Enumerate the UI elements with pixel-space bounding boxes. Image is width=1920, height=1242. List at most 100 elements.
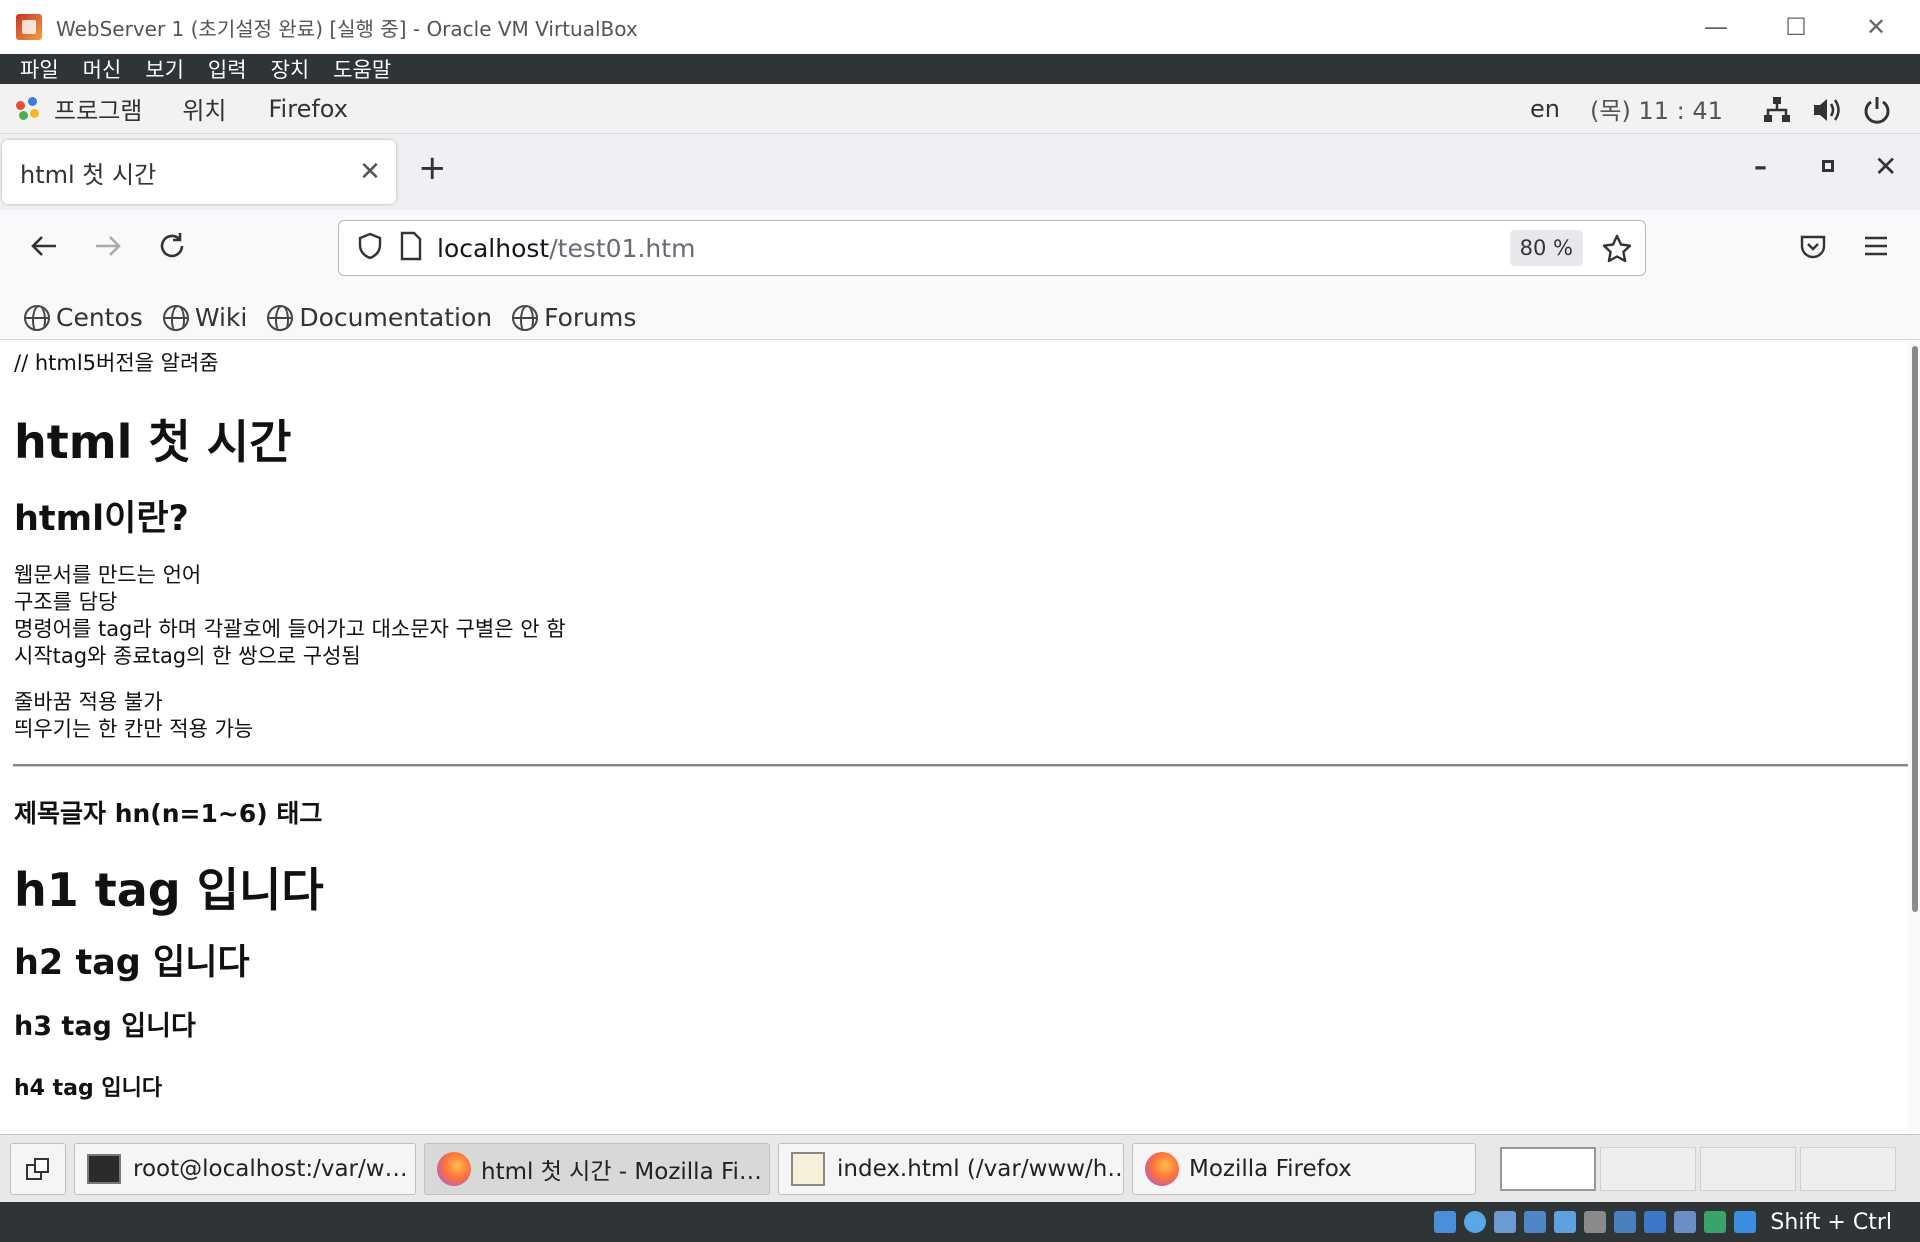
bookmarks-toolbar: Centos Wiki Documentation Forums [0, 296, 1920, 340]
hamburger-menu-icon[interactable] [1862, 232, 1890, 268]
page-heading-h1: html 첫 시간 [14, 415, 292, 469]
virtualbox-menubar: 파일 머신 보기 입력 장치 도움말 [0, 54, 1920, 84]
scrollbar-track[interactable] [1908, 340, 1920, 1134]
h4-example: h4 tag 입니다 [14, 1076, 163, 1101]
page-content: // html5버전을 알려줌 html 첫 시간 html이란? 웹문서를 만… [0, 340, 1920, 1134]
page-heading-h2: html이란? [14, 499, 189, 539]
bookmark-wiki[interactable]: Wiki [162, 303, 248, 332]
globe-icon [24, 304, 50, 331]
volume-icon[interactable] [1812, 96, 1842, 128]
gnome-foot-icon [16, 96, 40, 121]
menu-help[interactable]: 도움말 [333, 54, 391, 84]
url-bar[interactable]: localhost/test01.htm 80 % [338, 220, 1646, 276]
power-icon[interactable] [1862, 95, 1892, 129]
comment-text: // html5버전을 알려줌 [14, 351, 219, 375]
reload-icon[interactable] [156, 230, 188, 270]
paragraph-1-line-4: 시작tag와 종료tag의 한 쌍으로 구성됨 [14, 644, 361, 668]
taskbar-item-terminal[interactable]: root@localhost:/var/w… [74, 1143, 416, 1195]
globe-icon [512, 304, 539, 331]
places-menu[interactable]: 위치 [182, 91, 226, 126]
menu-file[interactable]: 파일 [20, 54, 59, 84]
back-icon[interactable] [28, 230, 60, 270]
firefox-maximize-icon[interactable] [1822, 160, 1834, 172]
show-desktop-button[interactable] [10, 1143, 66, 1195]
firefox-tabstrip: html 첫 시간 ✕ + – ✕ [0, 134, 1920, 210]
guest-additions-icon[interactable] [1704, 1211, 1727, 1233]
host-key-label: Shift + Ctrl [1770, 1209, 1892, 1235]
bookmark-star-icon[interactable] [1601, 233, 1633, 269]
minimize-icon[interactable]: — [1676, 0, 1756, 54]
bookmark-label: Wiki [194, 303, 248, 332]
bookmark-label: Forums [544, 303, 637, 332]
taskbar-item-label: index.html (/var/www/h… [837, 1156, 1124, 1182]
usb-icon[interactable] [1554, 1211, 1577, 1233]
paragraph-2-line-1: 줄바꿈 적용 불가 [14, 690, 163, 714]
firefox-minimize-icon[interactable]: – [1754, 152, 1767, 182]
virtualbox-titlebar: WebServer 1 (초기설정 완료) [실행 중] - Oracle VM… [0, 0, 1920, 54]
display-icon[interactable] [1614, 1211, 1637, 1233]
maximize-icon[interactable]: ☐ [1756, 0, 1836, 54]
scrollbar-thumb[interactable] [1912, 346, 1918, 912]
workspace-4[interactable] [1800, 1147, 1896, 1191]
menu-devices[interactable]: 장치 [271, 54, 310, 84]
network-adapter-icon[interactable] [1524, 1211, 1547, 1233]
bookmark-label: Documentation [299, 303, 493, 332]
zoom-indicator[interactable]: 80 % [1509, 230, 1583, 266]
audio-icon[interactable] [1494, 1211, 1517, 1233]
h2-example: h2 tag 입니다 [14, 943, 250, 983]
taskbar-item-label: root@localhost:/var/w… [133, 1156, 408, 1182]
gnome-top-panel: 프로그램 위치 Firefox en (목) 11 : 41 [0, 84, 1920, 134]
mouse-integration-icon[interactable] [1734, 1211, 1757, 1233]
bookmark-forums[interactable]: Forums [512, 303, 636, 332]
clock[interactable]: (목) 11 : 41 [1590, 91, 1723, 126]
bookmark-documentation[interactable]: Documentation [267, 303, 492, 332]
optical-drive-icon[interactable] [1464, 1211, 1487, 1233]
firefox-close-icon[interactable]: ✕ [1874, 150, 1897, 183]
applications-menu[interactable]: 프로그램 [54, 91, 142, 126]
url-path: /test01.htm [549, 233, 696, 263]
taskbar-item-editor[interactable]: index.html (/var/www/h… [778, 1143, 1124, 1195]
new-tab-button[interactable]: + [418, 148, 447, 188]
paragraph-1-line-2: 구조를 담당 [14, 590, 118, 614]
network-icon[interactable] [1762, 96, 1792, 128]
forward-icon[interactable] [92, 230, 124, 270]
page-icon[interactable] [399, 231, 423, 265]
taskbar-item-label: Mozilla Firefox [1189, 1156, 1352, 1182]
active-app-label[interactable]: Firefox [269, 95, 348, 123]
paragraph-1-line-1: 웹문서를 만드는 언어 [14, 563, 202, 587]
bookmark-label: Centos [56, 303, 143, 332]
menu-view[interactable]: 보기 [145, 54, 184, 84]
taskbar-item-firefox-active[interactable]: html 첫 시간 - Mozilla Fi… [424, 1143, 770, 1195]
globe-icon [267, 304, 294, 331]
tab-close-icon[interactable]: ✕ [350, 157, 390, 187]
gnome-window-list: root@localhost:/var/w… html 첫 시간 - Mozil… [0, 1134, 1920, 1202]
shield-icon[interactable] [355, 231, 385, 265]
show-desktop-icon [26, 1158, 49, 1180]
cpu-icon[interactable] [1674, 1211, 1697, 1233]
section-heading: 제목글자 hn(n=1~6) 태그 [14, 799, 323, 828]
taskbar-item-firefox[interactable]: Mozilla Firefox [1132, 1143, 1476, 1195]
menu-input[interactable]: 입력 [208, 54, 247, 84]
pocket-icon[interactable] [1798, 232, 1828, 270]
horizontal-rule [13, 764, 1909, 767]
hard-disk-icon[interactable] [1434, 1211, 1457, 1233]
firefox-icon [437, 1152, 471, 1186]
text-editor-icon [791, 1152, 825, 1186]
bookmark-centos[interactable]: Centos [24, 303, 143, 332]
workspace-2[interactable] [1600, 1147, 1696, 1191]
language-indicator[interactable]: en [1530, 95, 1560, 123]
recording-icon[interactable] [1644, 1211, 1667, 1233]
url-host: localhost [437, 233, 550, 263]
h3-example: h3 tag 입니다 [14, 1011, 196, 1042]
workspace-1[interactable] [1500, 1147, 1596, 1191]
firefox-icon [1145, 1152, 1179, 1186]
tab-title: html 첫 시간 [20, 160, 157, 189]
workspace-3[interactable] [1700, 1147, 1796, 1191]
terminal-icon [87, 1154, 121, 1184]
taskbar-item-label: html 첫 시간 - Mozilla Fi… [481, 1159, 762, 1185]
tab-active[interactable]: html 첫 시간 ✕ [2, 140, 396, 204]
close-icon[interactable]: ✕ [1836, 0, 1916, 54]
shared-folder-icon[interactable] [1584, 1211, 1607, 1233]
firefox-navbar: localhost/test01.htm 80 % [0, 210, 1920, 296]
menu-machine[interactable]: 머신 [83, 54, 122, 84]
